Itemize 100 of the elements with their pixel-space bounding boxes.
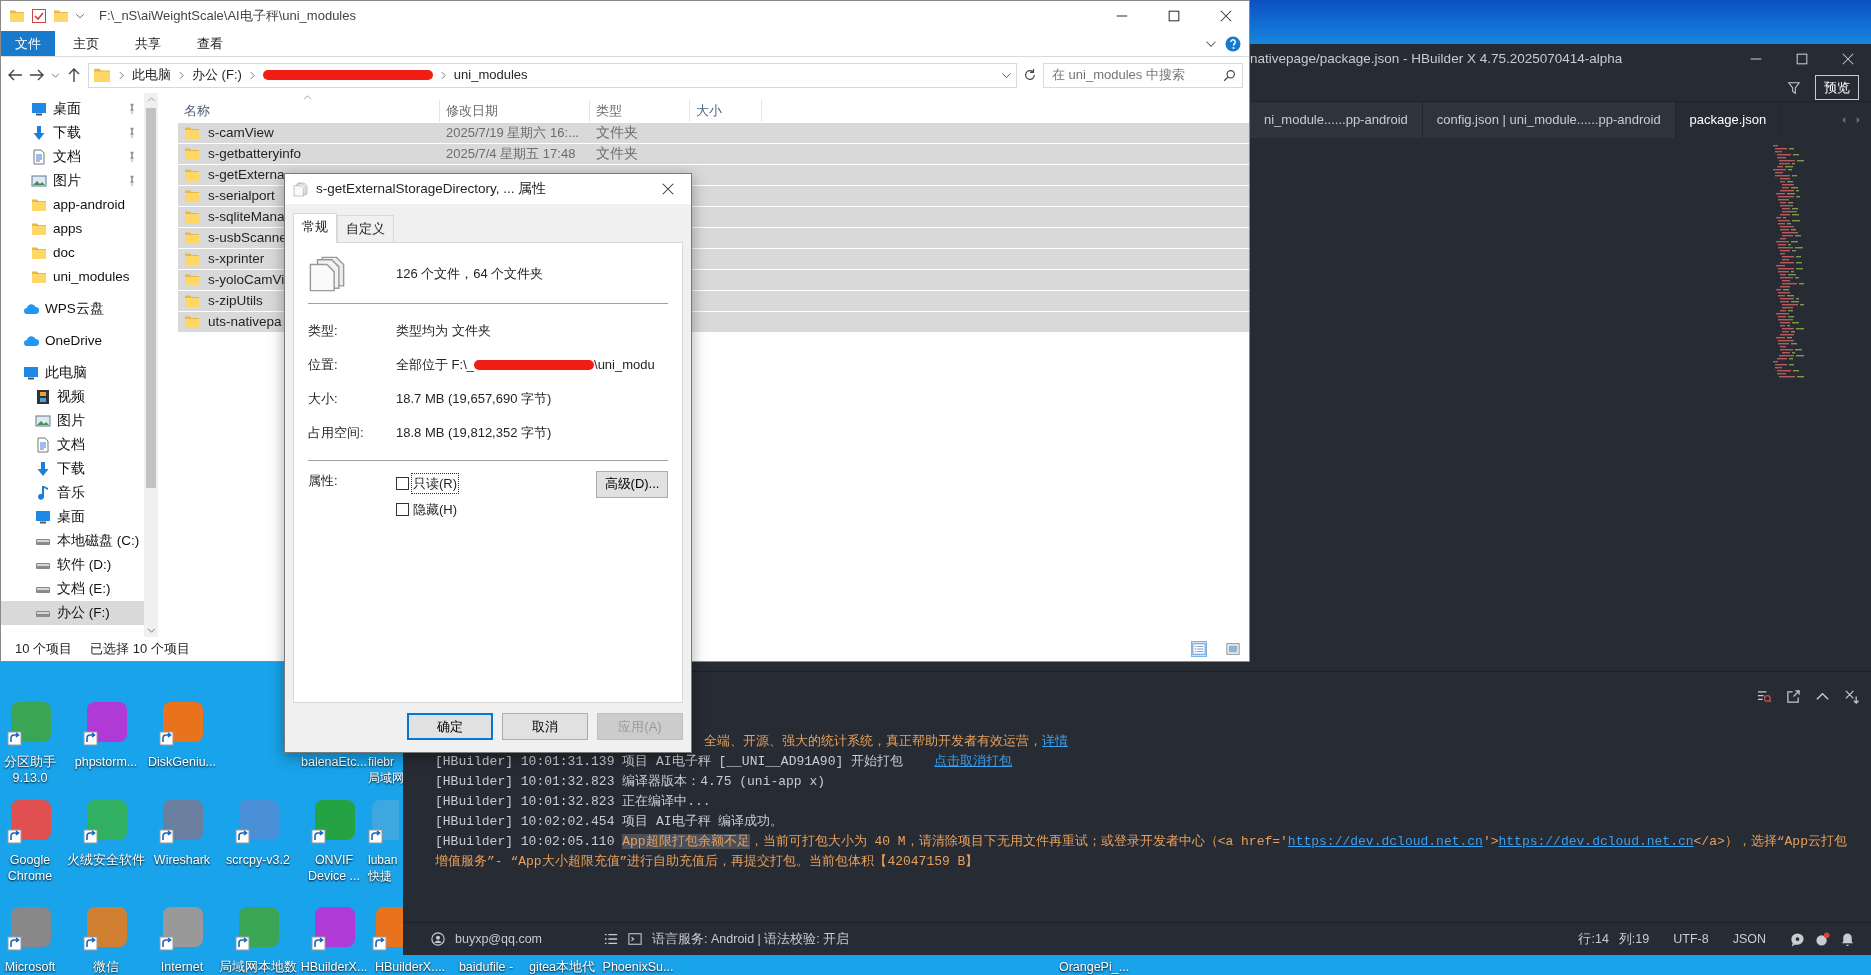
help-icon[interactable]	[1225, 35, 1241, 52]
nav-item[interactable]: apps	[1, 217, 144, 241]
app-shortcut-icon[interactable]	[83, 798, 129, 844]
nav-item[interactable]: OneDrive	[1, 329, 144, 353]
nav-item[interactable]: doc	[1, 241, 144, 265]
icon-label: Internet	[160, 959, 204, 975]
export-icon[interactable]	[1786, 688, 1801, 704]
column-header[interactable]: 名称	[178, 100, 440, 122]
nav-item[interactable]: uni_modules	[1, 265, 144, 289]
recent-dropdown-icon[interactable]	[51, 70, 60, 80]
encoding[interactable]: UTF-8	[1673, 929, 1709, 949]
app-shortcut-icon[interactable]	[83, 700, 129, 746]
checkbox-icon[interactable]	[31, 8, 47, 24]
app-shortcut-icon[interactable]	[159, 905, 205, 951]
nav-item[interactable]: 办公 (F:)	[1, 601, 144, 625]
console-link[interactable]: 详情	[1042, 734, 1068, 749]
breadcrumb[interactable]: uni_modules	[453, 65, 528, 85]
nav-item[interactable]: 音乐	[1, 481, 144, 505]
dialog-tab[interactable]: 自定义	[337, 215, 394, 242]
file-row[interactable]: s-getbatteryinfo 2025/7/4 星期五 17:48 文件夹	[178, 144, 1249, 165]
dialog-tab[interactable]: 常规	[293, 213, 337, 243]
nav-label: OneDrive	[45, 331, 103, 350]
language-status[interactable]: 语言服务: Android | 语法校验: 开启	[652, 929, 850, 949]
dialog-button[interactable]: 取消	[502, 713, 588, 740]
scroll-down-icon[interactable]	[146, 626, 156, 635]
column-header[interactable]: 大小	[690, 100, 762, 122]
clear-console-icon[interactable]	[1757, 688, 1772, 704]
bell-icon[interactable]	[1840, 931, 1855, 947]
nav-item[interactable]: 此电脑	[1, 361, 144, 385]
console-link[interactable]: https://dev.dcloud.net.cn	[1287, 834, 1483, 849]
app-shortcut-icon[interactable]	[311, 905, 357, 951]
app-shortcut-icon[interactable]	[159, 700, 205, 746]
nav-item[interactable]: 桌面	[1, 97, 144, 121]
ribbon-tab[interactable]: 共享	[117, 31, 179, 56]
refresh-icon[interactable]	[1023, 68, 1037, 82]
app-shortcut-icon[interactable]	[7, 798, 53, 844]
checkbox-label[interactable]: 只读(R)	[412, 473, 459, 494]
app-shortcut-icon[interactable]	[235, 798, 281, 844]
ribbon-tab[interactable]: 主页	[55, 31, 117, 56]
nav-item[interactable]: 文档 (E:)	[1, 577, 144, 601]
breadcrumb[interactable]: 办公 (F:)	[192, 65, 242, 85]
app-shortcut-icon[interactable]	[311, 798, 357, 844]
editor-tab[interactable]: ni_module......pp-android	[1250, 102, 1423, 138]
nav-item[interactable]: 下载	[1, 457, 144, 481]
nav-item[interactable]: 文档	[1, 433, 144, 457]
dropdown-icon[interactable]	[75, 11, 85, 21]
search-field[interactable]: 在 uni_modules 中搜索	[1043, 62, 1243, 88]
nav-item[interactable]: 软件 (D:)	[1, 553, 144, 577]
nav-item[interactable]: 桌面	[1, 505, 144, 529]
search-icon[interactable]	[1223, 68, 1236, 82]
breadcrumb[interactable]: 此电脑	[132, 65, 171, 85]
column-header[interactable]: 类型	[590, 100, 690, 122]
nav-item[interactable]: app-android	[1, 193, 144, 217]
console-link[interactable]: https://dev.dcloud.net.cn	[1498, 834, 1694, 849]
close-icon[interactable]	[661, 182, 675, 196]
cursor-position: 列:19	[1618, 930, 1650, 948]
back-icon[interactable]	[7, 67, 23, 83]
forward-icon[interactable]	[29, 67, 45, 83]
file-name: s-camView	[208, 123, 274, 142]
app-shortcut-icon[interactable]	[235, 905, 281, 951]
column-header[interactable]: 修改日期	[440, 100, 590, 122]
maximize-icon[interactable]	[1167, 9, 1181, 23]
view-toggle[interactable]	[1191, 641, 1207, 657]
app-shortcut-icon[interactable]	[83, 905, 129, 951]
console-link[interactable]: 点击取消打包	[934, 754, 1013, 769]
file-type[interactable]: JSON	[1732, 929, 1766, 949]
nav-item[interactable]: 本地磁盘 (C:)	[1, 529, 144, 553]
nav-item[interactable]: 下载	[1, 121, 144, 145]
app-shortcut-icon[interactable]	[372, 905, 403, 951]
terminal-icon[interactable]	[628, 932, 643, 946]
user-icon[interactable]	[431, 932, 445, 946]
app-shortcut-icon[interactable]	[159, 798, 205, 844]
advanced-button[interactable]: 高级(D)...	[596, 470, 668, 498]
nav-item[interactable]: 图片	[1, 409, 144, 433]
ribbon-tab[interactable]: 查看	[179, 31, 241, 56]
bug-report-icon[interactable]	[1815, 931, 1830, 947]
breadcrumb-separator-icon	[117, 70, 126, 80]
scrollbar-thumb[interactable]	[146, 108, 156, 488]
app-shortcut-icon[interactable]	[7, 905, 53, 951]
dialog-button[interactable]: 确定	[407, 713, 493, 740]
nav-item[interactable]: WPS云盘	[1, 297, 144, 321]
app-shortcut-icon[interactable]	[368, 798, 399, 844]
view-toggle[interactable]	[1225, 641, 1241, 657]
nav-item[interactable]: 视频	[1, 385, 144, 409]
close-icon[interactable]	[1219, 9, 1233, 23]
preview-button[interactable]: 预览	[1815, 74, 1859, 101]
document-icon	[35, 437, 51, 453]
user-account[interactable]: buyxp@qq.com	[455, 929, 543, 949]
up-icon[interactable]	[66, 67, 82, 83]
chat-icon[interactable]	[1790, 931, 1805, 947]
nav-item[interactable]: 图片	[1, 169, 144, 193]
editor-tab[interactable]: config.json | uni_module......pp-android	[1422, 102, 1676, 138]
file-row[interactable]: s-camView 2025/7/19 星期六 16:... 文件夹	[178, 123, 1249, 144]
nav-item[interactable]: 文档	[1, 145, 144, 169]
list-icon[interactable]	[604, 932, 619, 946]
checkbox[interactable]	[396, 477, 409, 490]
filter-icon[interactable]	[1787, 80, 1801, 95]
app-shortcut-icon[interactable]	[7, 700, 53, 746]
checkbox-label[interactable]: 隐藏(H)	[412, 499, 459, 520]
checkbox[interactable]	[396, 503, 409, 516]
